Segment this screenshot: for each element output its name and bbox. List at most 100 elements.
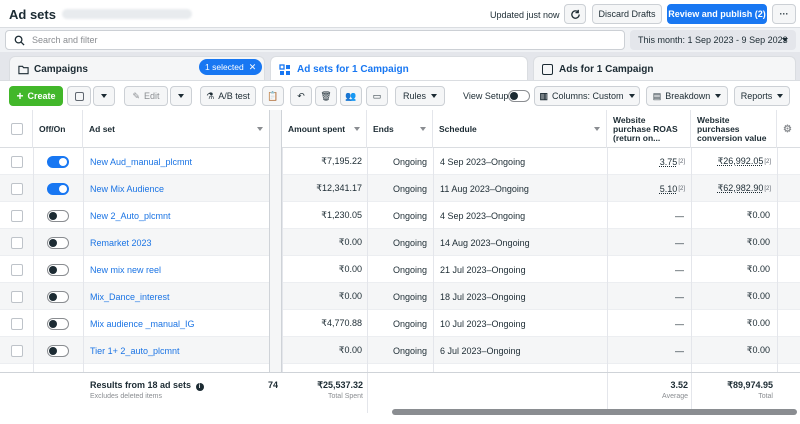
- delete-button[interactable]: 🗑: [315, 86, 337, 106]
- table-row[interactable]: New 2_Auto_plcmnt ₹1,230.05 Ongoing 4 Sep 2…: [0, 202, 800, 229]
- horizontal-scrollbar[interactable]: [392, 409, 797, 415]
- audience-button[interactable]: 👥: [340, 86, 362, 106]
- footer-divider: [367, 373, 368, 413]
- tab-ads[interactable]: Ads for 1 Campaign: [533, 56, 796, 82]
- review-publish-button[interactable]: Review and publish (2): [667, 4, 767, 24]
- adset-name-link[interactable]: New 2_Auto_plcmnt: [90, 211, 171, 221]
- edit-button[interactable]: ✎ Edit: [124, 86, 168, 106]
- table-row[interactable]: Mix_Dance_interest ₹0.00 Ongoing 18 Jul 202…: [0, 283, 800, 310]
- duplicate-menu-button[interactable]: [93, 86, 115, 106]
- row-checkbox[interactable]: [11, 290, 23, 303]
- schedule-cell: 14 Aug 2023–Ongoing: [440, 229, 605, 256]
- col-amount-spent[interactable]: Amount spent: [282, 110, 367, 148]
- chevron-down-icon: [257, 127, 263, 131]
- breakdown-button[interactable]: ▤ Breakdown: [646, 86, 728, 106]
- close-icon[interactable]: ✕: [249, 62, 257, 73]
- delivery-toggle[interactable]: [47, 344, 69, 357]
- row-checkbox[interactable]: [11, 209, 23, 222]
- col-ends[interactable]: Ends: [367, 110, 433, 148]
- discard-drafts-button[interactable]: Discard Drafts: [592, 4, 662, 24]
- ends-value: Ongoing: [392, 156, 427, 167]
- table-row[interactable]: Tier 1+ 2_auto_plcmnt ₹0.00 Ongoing 6 Jul 2…: [0, 337, 800, 364]
- select-all-cell: [0, 110, 33, 148]
- row-select-cell: [11, 337, 31, 364]
- delivery-toggle[interactable]: [47, 236, 69, 249]
- adset-name-link[interactable]: Mix_Dance_interest: [90, 292, 170, 302]
- row-toggle-cell: [47, 175, 77, 202]
- delivery-toggle[interactable]: [47, 263, 69, 276]
- row-checkbox[interactable]: [11, 317, 23, 330]
- info-icon[interactable]: i: [195, 383, 204, 391]
- columns-label: Columns: Custom: [551, 91, 624, 101]
- table-row[interactable]: Mix audience _manual_IG ₹4,770.88 Ongoing 1…: [0, 310, 800, 337]
- ab-test-button[interactable]: ⚗ A/B test: [200, 86, 256, 106]
- roas-value: —: [675, 237, 684, 248]
- delivery-toggle[interactable]: [47, 290, 69, 303]
- create-button[interactable]: + Create: [9, 86, 63, 106]
- more-options-button[interactable]: ···: [772, 4, 796, 24]
- col-schedule[interactable]: Schedule: [433, 110, 607, 148]
- date-range-label: This month: 1 Sep 2023 - 9 Sep 2023: [638, 35, 788, 45]
- selected-pill[interactable]: 1 selected ✕: [199, 59, 263, 75]
- delivery-toggle[interactable]: [47, 209, 69, 222]
- row-checkbox[interactable]: [11, 236, 23, 249]
- row-checkbox[interactable]: [11, 155, 23, 168]
- row-checkbox[interactable]: [11, 263, 23, 276]
- conversion-value-cell: ₹0.00: [691, 256, 771, 283]
- adset-name-link[interactable]: New Aud_manual_plcmnt: [90, 157, 192, 167]
- delivery-toggle[interactable]: [47, 182, 69, 195]
- col-settings[interactable]: ⚙: [777, 110, 800, 148]
- duplicate-button[interactable]: [67, 86, 91, 106]
- ad-icon: [542, 64, 553, 75]
- col-off-on[interactable]: Off/On: [33, 110, 83, 148]
- conversion-value: ₹0.00: [746, 345, 770, 355]
- table-row[interactable]: Remarket 2023 ₹0.00 Ongoing 14 Aug 2023–Ong…: [0, 229, 800, 256]
- rules-button[interactable]: Rules: [395, 86, 445, 106]
- undo-button[interactable]: ↶: [290, 86, 312, 106]
- schedule-cell: 4 Sep 2023–Ongoing: [440, 148, 605, 175]
- amount-spent-value: ₹4,770.88: [321, 318, 362, 328]
- adset-name-cell: Remarket 2023: [90, 229, 266, 256]
- gear-icon[interactable]: ⚙: [783, 124, 792, 135]
- amount-spent-cell: ₹4,770.88: [282, 310, 362, 337]
- date-range-picker[interactable]: This month: 1 Sep 2023 - 9 Sep 2023: [630, 30, 796, 50]
- adset-name-link[interactable]: Tier 1+ 2_auto_plcmnt: [90, 346, 179, 356]
- adset-name-link[interactable]: New Mix Audience: [90, 184, 164, 194]
- edit-label: Edit: [144, 91, 160, 101]
- row-checkbox[interactable]: [11, 344, 23, 357]
- chevron-down-icon: [628, 94, 635, 98]
- refresh-button[interactable]: [564, 4, 586, 24]
- col-roas[interactable]: Website purchase ROAS (return on...: [607, 110, 691, 148]
- delivery-toggle[interactable]: [47, 317, 69, 330]
- roas-cell: —: [607, 256, 685, 283]
- schedule-value: 11 Aug 2023–Ongoing: [440, 183, 529, 194]
- adset-name-cell: Mix_Dance_interest: [90, 283, 266, 310]
- search-input[interactable]: Search and filter: [5, 30, 625, 50]
- people-icon: 👥: [345, 90, 357, 101]
- col-conversion-value[interactable]: Website purchases conversion value: [691, 110, 777, 148]
- tab-campaigns-label: Campaigns: [34, 64, 88, 75]
- preview-button[interactable]: ▭: [366, 86, 388, 106]
- adset-name-cell: New 2_Auto_plcmnt: [90, 202, 266, 229]
- amount-spent-cell: ₹0.00: [282, 283, 362, 310]
- adset-name-link[interactable]: Remarket 2023: [90, 238, 152, 248]
- select-all-checkbox[interactable]: [11, 123, 23, 135]
- view-setup-toggle[interactable]: [508, 90, 530, 102]
- ends-value: Ongoing: [392, 210, 427, 221]
- total-spent-value: ₹25,537.32: [317, 380, 363, 390]
- tab-adsets[interactable]: Ad sets for 1 Campaign: [270, 56, 528, 82]
- adset-name-link[interactable]: Mix audience _manual_IG: [90, 319, 195, 329]
- table-row[interactable]: New Aud_manual_plcmnt ₹7,195.22 Ongoing 4 S…: [0, 148, 800, 175]
- adset-name-link[interactable]: New mix new reel: [90, 265, 161, 275]
- table-row[interactable]: New mix new reel ₹0.00 Ongoing 21 Jul 2023–…: [0, 256, 800, 283]
- edit-menu-button[interactable]: [170, 86, 192, 106]
- clipboard-button[interactable]: 📋: [262, 86, 284, 106]
- columns-button[interactable]: ▥ Columns: Custom: [534, 86, 640, 106]
- roas-value: —: [675, 345, 684, 356]
- roas-cell: —: [607, 337, 685, 364]
- delivery-toggle[interactable]: [47, 155, 69, 168]
- row-checkbox[interactable]: [11, 182, 23, 195]
- reports-button[interactable]: Reports: [734, 86, 790, 106]
- col-ad-set[interactable]: Ad set: [83, 110, 270, 148]
- table-row[interactable]: New Mix Audience ₹12,341.17 Ongoing 11 Aug …: [0, 175, 800, 202]
